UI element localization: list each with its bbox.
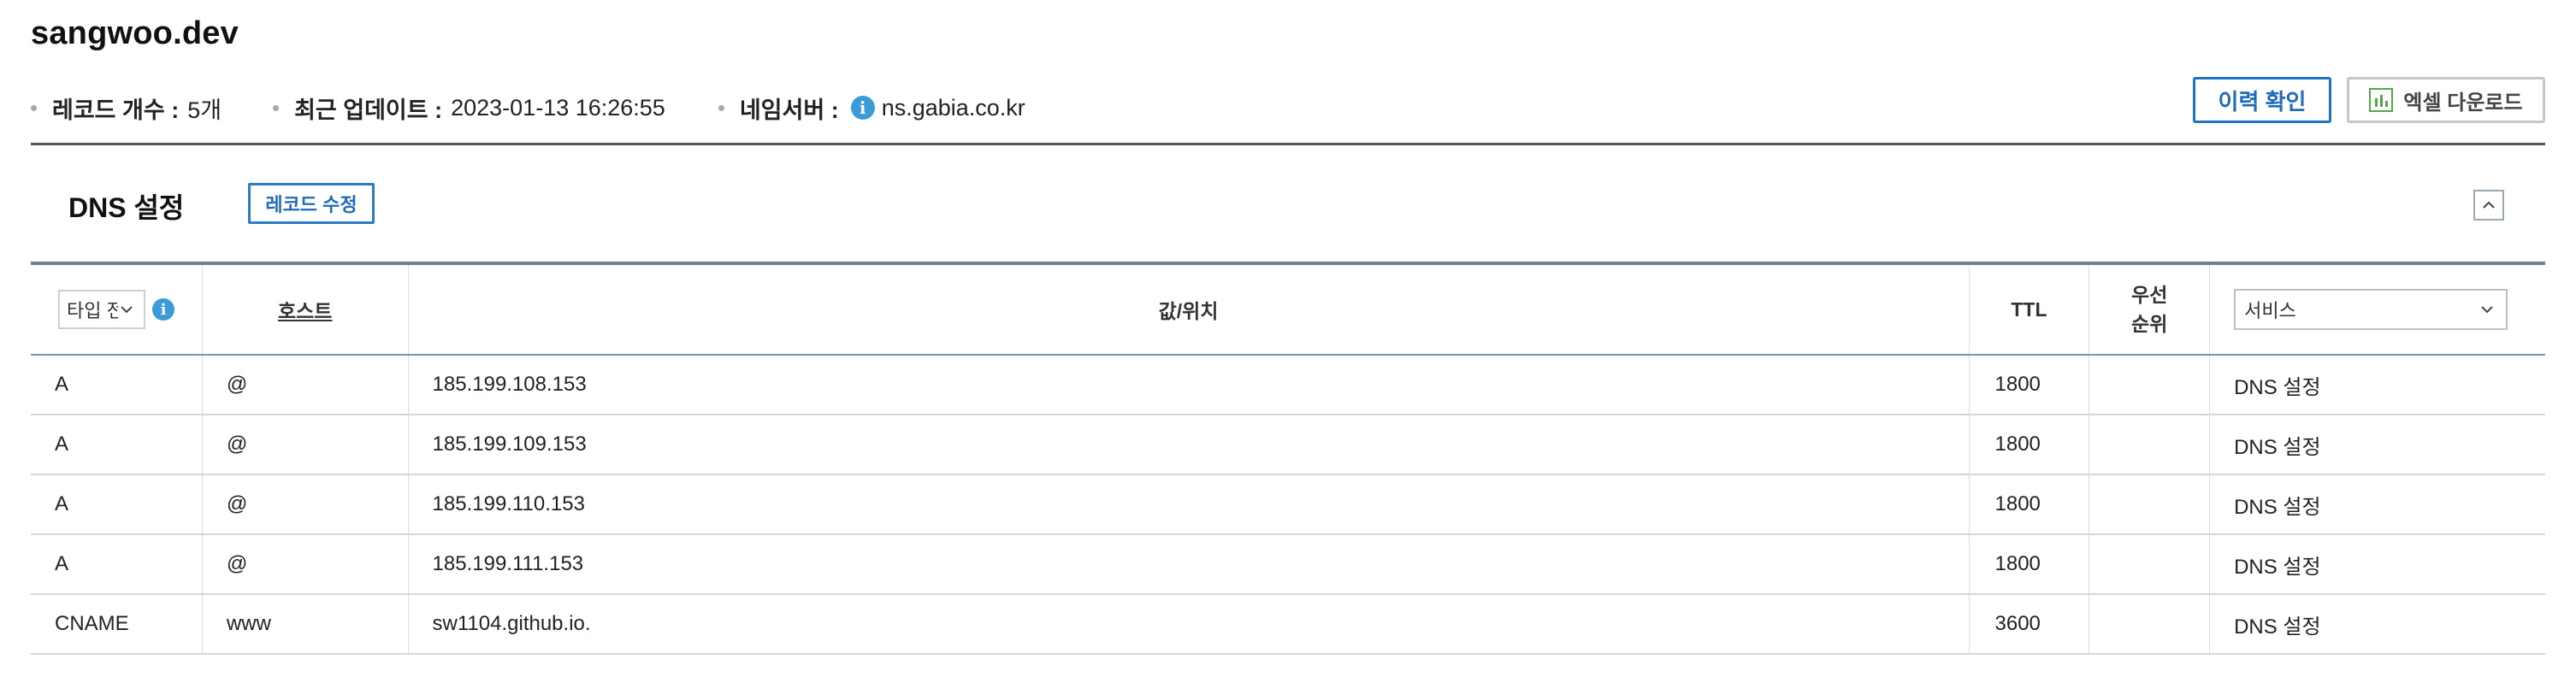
record-priority bbox=[2089, 474, 2211, 535]
record-ttl: 1800 bbox=[1969, 415, 2090, 475]
record-type: A bbox=[31, 355, 203, 415]
record-service: DNS 설정 bbox=[2209, 355, 2545, 415]
priority-header-line2: 순위 bbox=[2131, 313, 2168, 335]
header-divider bbox=[31, 143, 2545, 145]
collapse-button[interactable] bbox=[2473, 190, 2504, 221]
chevron-down-icon bbox=[121, 306, 133, 314]
record-value: 185.199.108.153 bbox=[408, 355, 1970, 415]
record-type: A bbox=[31, 415, 203, 475]
info-icon[interactable]: i bbox=[152, 298, 174, 321]
type-filter-value: 타입 전체 bbox=[67, 300, 118, 321]
meta-row: 레코드 개수 : 5개 최근 업데이트 : 2023-01-13 16:26:5… bbox=[31, 91, 1025, 125]
table-header-row: 타입 전체 i 호스트 값/위치 TTL 우선 순위 서비스 bbox=[31, 265, 2545, 356]
priority-header-line1: 우선 bbox=[2131, 284, 2168, 306]
record-service: DNS 설정 bbox=[2209, 474, 2545, 535]
last-update: 최근 업데이트 : 2023-01-13 16:26:55 bbox=[273, 91, 665, 125]
nameserver: 네임서버 : i ns.gabia.co.kr bbox=[718, 91, 1025, 125]
bullet-dot bbox=[718, 104, 724, 111]
chevron-down-icon bbox=[2481, 306, 2493, 314]
record-count-value: 5개 bbox=[187, 97, 222, 123]
section-title: DNS 설정 bbox=[68, 192, 185, 223]
host-column-header[interactable]: 호스트 bbox=[202, 265, 409, 356]
excel-download-label: 엑셀 다운로드 bbox=[2403, 91, 2523, 115]
record-priority bbox=[2089, 355, 2211, 415]
record-type: A bbox=[31, 474, 203, 535]
excel-download-button[interactable]: 엑셀 다운로드 bbox=[2347, 77, 2545, 123]
info-icon[interactable]: i bbox=[850, 96, 875, 120]
last-update-label: 최근 업데이트 : bbox=[294, 97, 443, 123]
spreadsheet-chart-icon bbox=[2369, 88, 2394, 112]
record-host: @ bbox=[202, 474, 409, 535]
chevron-up-icon bbox=[2483, 201, 2495, 209]
record-value: sw1104.github.io. bbox=[408, 594, 1970, 655]
nameserver-value: ns.gabia.co.kr bbox=[881, 94, 1025, 121]
record-type: A bbox=[31, 534, 203, 595]
type-filter: 타입 전체 i bbox=[31, 290, 202, 329]
record-priority bbox=[2089, 415, 2211, 475]
record-value: 185.199.109.153 bbox=[408, 415, 1970, 475]
type-column-header: 타입 전체 i bbox=[31, 265, 203, 356]
history-button[interactable]: 이력 확인 bbox=[2193, 77, 2331, 123]
record-value: 185.199.111.153 bbox=[408, 534, 1970, 595]
record-host: @ bbox=[202, 534, 409, 595]
bullet-dot bbox=[31, 104, 37, 111]
record-count-label: 레코드 개수 : bbox=[52, 97, 180, 123]
edit-records-button[interactable]: 레코드 수정 bbox=[248, 183, 375, 224]
table-row: CNAME www sw1104.github.io. 3600 DNS 설정 bbox=[31, 594, 2545, 655]
table-row: A @ 185.199.111.153 1800 DNS 설정 bbox=[31, 534, 2545, 595]
ttl-column-header: TTL bbox=[1969, 265, 2090, 356]
value-column-header: 값/위치 bbox=[408, 265, 1970, 356]
record-priority bbox=[2089, 534, 2211, 595]
record-service: DNS 설정 bbox=[2209, 594, 2545, 655]
record-ttl: 3600 bbox=[1969, 594, 2090, 655]
type-filter-select[interactable]: 타입 전체 bbox=[58, 290, 145, 329]
record-ttl: 1800 bbox=[1969, 474, 2090, 535]
priority-column-header: 우선 순위 bbox=[2089, 265, 2211, 356]
domain-title: sangwoo.dev bbox=[31, 15, 239, 51]
record-ttl: 1800 bbox=[1969, 534, 2090, 595]
record-count: 레코드 개수 : 5개 bbox=[31, 91, 222, 125]
service-column-header: 서비스 bbox=[2209, 265, 2545, 356]
dns-records-table: 타입 전체 i 호스트 값/위치 TTL 우선 순위 서비스 bbox=[31, 265, 2545, 655]
record-host: @ bbox=[202, 415, 409, 475]
record-priority bbox=[2089, 594, 2211, 655]
bullet-dot bbox=[273, 104, 280, 111]
record-service: DNS 설정 bbox=[2209, 415, 2545, 475]
record-host: @ bbox=[202, 355, 409, 415]
record-type: CNAME bbox=[31, 594, 203, 655]
table-row: A @ 185.199.109.153 1800 DNS 설정 bbox=[31, 415, 2545, 475]
table-row: A @ 185.199.108.153 1800 DNS 설정 bbox=[31, 355, 2545, 415]
nameserver-label: 네임서버 : bbox=[739, 97, 839, 123]
record-service: DNS 설정 bbox=[2209, 534, 2545, 595]
record-host: www bbox=[202, 594, 409, 655]
service-filter-value: 서비스 bbox=[2244, 300, 2296, 321]
last-update-value: 2023-01-13 16:26:55 bbox=[451, 94, 665, 121]
record-ttl: 1800 bbox=[1969, 355, 2090, 415]
table-row: A @ 185.199.110.153 1800 DNS 설정 bbox=[31, 474, 2545, 535]
service-filter-select[interactable]: 서비스 bbox=[2234, 289, 2508, 330]
record-value: 185.199.110.153 bbox=[408, 474, 1970, 535]
